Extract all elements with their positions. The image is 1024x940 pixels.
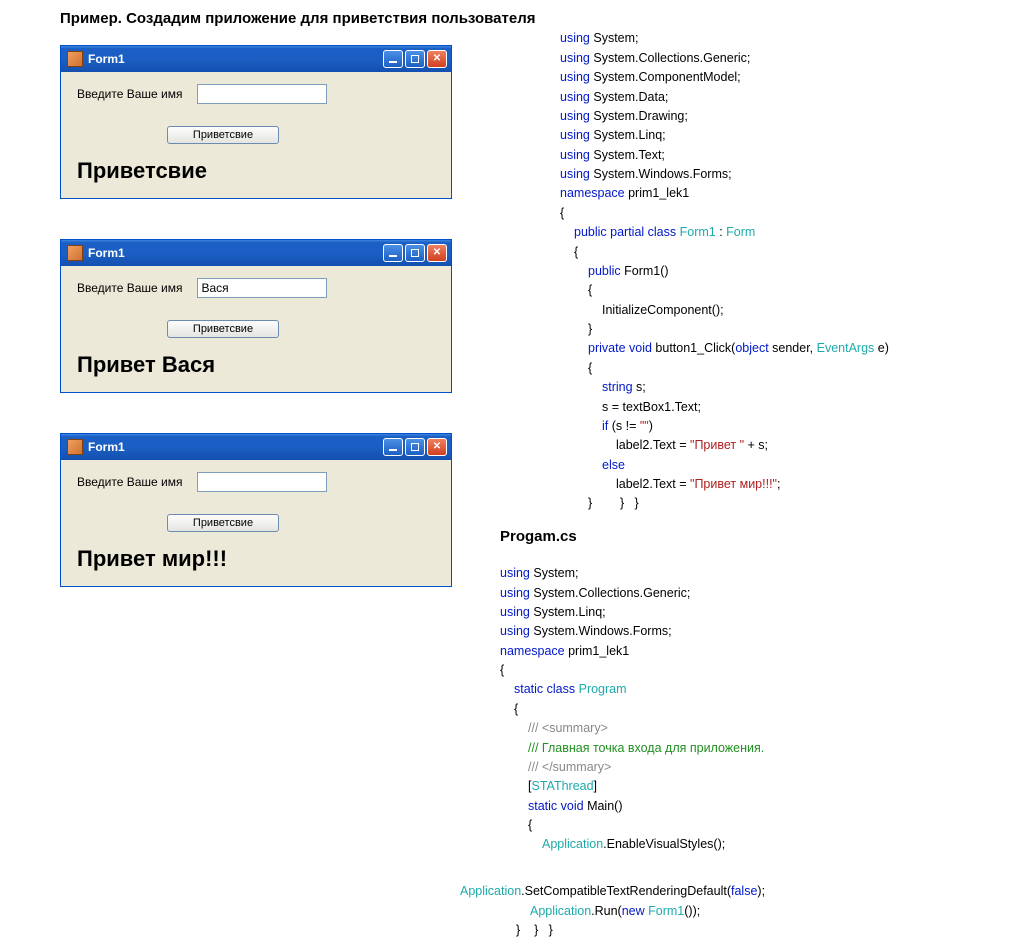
greet-button[interactable]: Приветсвие <box>167 320 279 338</box>
name-input[interactable] <box>197 84 327 104</box>
maximize-icon[interactable] <box>405 244 425 262</box>
window-title: Form1 <box>88 440 125 454</box>
result-label: Привет мир!!! <box>77 546 435 572</box>
window-form1-a: Form1 Введите Ваше имя Приветсвие Привет… <box>60 45 452 199</box>
titlebar[interactable]: Form1 <box>61 46 451 72</box>
name-input[interactable] <box>197 472 327 492</box>
page-heading: Пример. Создадим приложение для приветст… <box>60 10 540 27</box>
maximize-icon[interactable] <box>405 50 425 68</box>
minimize-icon[interactable] <box>383 244 403 262</box>
close-icon[interactable] <box>427 50 447 68</box>
form-icon <box>67 245 83 261</box>
window-title: Form1 <box>88 246 125 260</box>
name-input[interactable]: Вася <box>197 278 327 298</box>
minimize-icon[interactable] <box>383 438 403 456</box>
name-label: Введите Ваше имя <box>77 475 183 489</box>
close-icon[interactable] <box>427 438 447 456</box>
window-title: Form1 <box>88 52 125 66</box>
window-form1-c: Form1 Введите Ваше имя Приветсвие Привет… <box>60 433 452 587</box>
maximize-icon[interactable] <box>405 438 425 456</box>
code-block-program: using System; using System.Collections.G… <box>500 545 1024 855</box>
name-label: Введите Ваше имя <box>77 281 183 295</box>
titlebar[interactable]: Form1 <box>61 240 451 266</box>
code-block-form1: using System; using System.Collections.G… <box>560 10 1024 514</box>
titlebar[interactable]: Form1 <box>61 434 451 460</box>
greet-button[interactable]: Приветсвие <box>167 126 279 144</box>
form-icon <box>67 439 83 455</box>
result-label: Приветсвие <box>77 158 435 184</box>
greet-button[interactable]: Приветсвие <box>167 514 279 532</box>
minimize-icon[interactable] <box>383 50 403 68</box>
form-icon <box>67 51 83 67</box>
code-file-title: Progam.cs <box>500 528 577 545</box>
name-label: Введите Ваше имя <box>77 87 183 101</box>
result-label: Привет Вася <box>77 352 435 378</box>
close-icon[interactable] <box>427 244 447 262</box>
window-form1-b: Form1 Введите Ваше имя Вася Приветсвие П… <box>60 239 452 393</box>
